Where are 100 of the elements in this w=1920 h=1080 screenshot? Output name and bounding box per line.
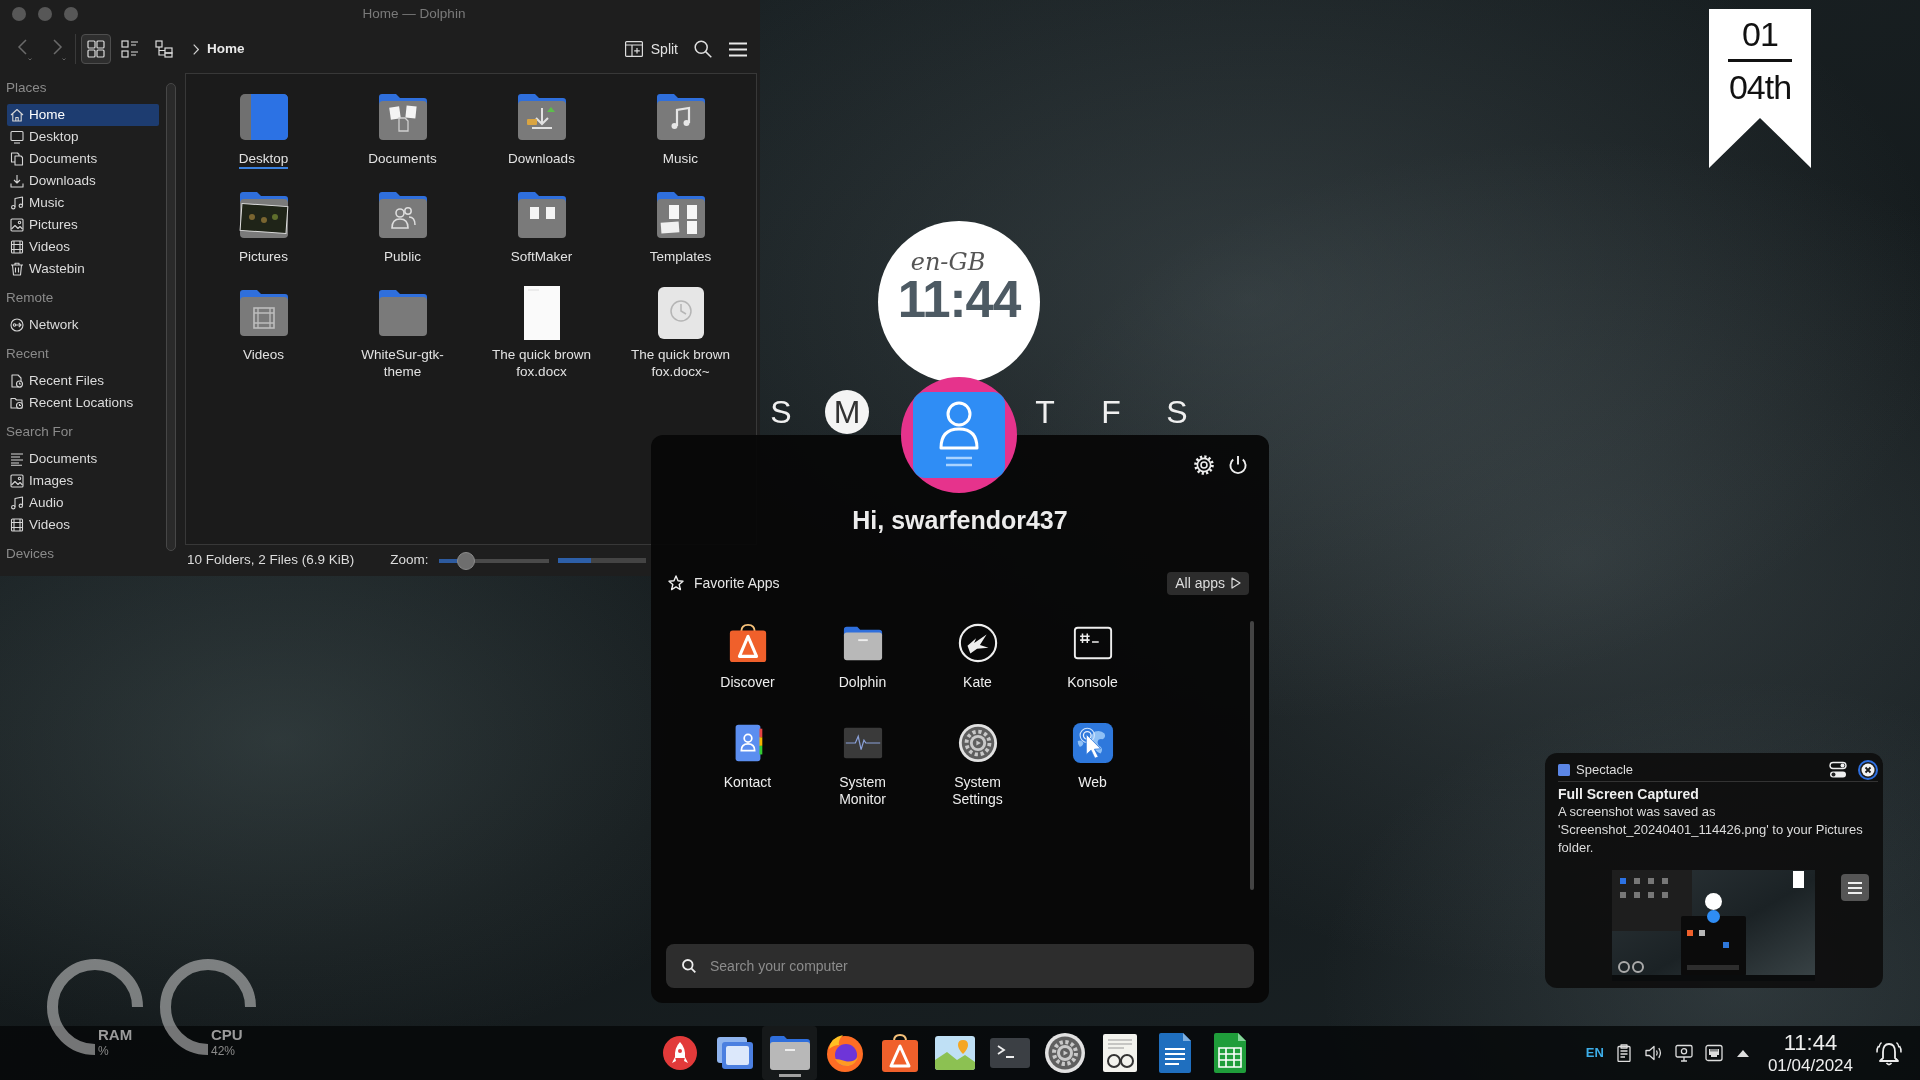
app-tile[interactable]: Dolphin xyxy=(805,622,920,691)
taskbar-button[interactable] xyxy=(762,1026,817,1080)
icons-view-button[interactable] xyxy=(81,34,111,64)
folder-item[interactable]: Downloads xyxy=(472,89,611,169)
scrollbar[interactable] xyxy=(166,83,176,551)
sidebar-item[interactable]: Documents xyxy=(7,148,159,170)
app-tile[interactable]: Kate xyxy=(920,622,1035,691)
split-button[interactable]: Split xyxy=(620,38,682,60)
sidebar-item[interactable]: Pictures xyxy=(7,214,159,236)
scrollbar[interactable] xyxy=(1250,621,1254,890)
bird-circle-icon xyxy=(956,622,999,664)
sidebar-item[interactable]: Desktop xyxy=(7,126,159,148)
sidebar-item[interactable]: Home xyxy=(7,104,159,126)
gauge-reading: 42% xyxy=(211,1045,236,1057)
folder-item[interactable]: Public xyxy=(333,187,472,267)
home-icon xyxy=(10,108,24,122)
folder-item[interactable]: Videos xyxy=(194,285,333,382)
globe-cursor-icon xyxy=(1071,722,1114,764)
search-icon xyxy=(682,959,696,973)
sidebar-item[interactable]: Audio xyxy=(7,492,159,514)
folder-item[interactable]: Documents xyxy=(333,89,472,169)
sidebar-item[interactable]: Recent Files xyxy=(7,370,159,392)
expand-arrow-icon[interactable] xyxy=(1736,1049,1749,1057)
app-tile[interactable]: System Settings xyxy=(920,722,1035,808)
file-item[interactable]: The quick brown fox.docx xyxy=(472,285,611,382)
star-icon xyxy=(668,575,684,591)
film-icon xyxy=(10,518,24,532)
trash-icon xyxy=(10,262,24,276)
clipboard-icon[interactable] xyxy=(1614,1044,1633,1062)
menu-icon xyxy=(1848,881,1862,894)
app-tile[interactable]: System Monitor xyxy=(805,722,920,808)
breadcrumb-item[interactable]: Home xyxy=(207,38,245,60)
search-icon[interactable] xyxy=(694,40,712,58)
app-tile[interactable]: Discover xyxy=(690,622,805,691)
recent-file-icon xyxy=(10,374,24,388)
slider-thumb[interactable] xyxy=(457,551,476,570)
picture-icon xyxy=(10,218,24,232)
shopping-bag-icon xyxy=(881,1034,918,1072)
weekday-label: T xyxy=(1034,393,1056,432)
volume-icon[interactable] xyxy=(1644,1044,1663,1062)
folder-item[interactable]: Desktop xyxy=(194,89,333,169)
power-icon[interactable] xyxy=(1228,455,1248,475)
close-icon[interactable] xyxy=(1858,759,1878,780)
sidebar-item[interactable]: Videos xyxy=(7,514,159,536)
documents-icon xyxy=(10,152,24,166)
sidebar-section-title: Places xyxy=(5,79,48,97)
sidebar-item[interactable]: Documents xyxy=(7,448,159,470)
settings-gear-icon xyxy=(1044,1033,1085,1073)
app-tile[interactable]: Kontact xyxy=(690,722,805,808)
ethernet-port-icon[interactable] xyxy=(1704,1044,1723,1062)
keyboard-layout-indicator[interactable]: EN xyxy=(1585,1043,1604,1063)
tree-view-icon xyxy=(155,40,173,58)
sidebar-item[interactable]: Music xyxy=(7,192,159,214)
sidebar-item[interactable]: Wastebin xyxy=(7,258,159,280)
recent-folder-icon xyxy=(10,396,24,410)
sidebar-item[interactable]: Network xyxy=(7,314,159,336)
weekday-label: M xyxy=(825,390,869,434)
ribbon-day-text: 01 xyxy=(1742,17,1778,51)
music-note-icon xyxy=(10,196,24,210)
picture-pin-icon xyxy=(934,1036,975,1070)
sidebar-section-title: Recent xyxy=(5,345,50,363)
display-icon[interactable] xyxy=(1674,1044,1693,1062)
menu-icon[interactable] xyxy=(729,41,747,57)
status-text: 10 Folders, 2 Files (6.9 KiB) xyxy=(187,551,355,570)
sidebar-item[interactable]: Images xyxy=(7,470,159,492)
folder-item[interactable]: Music xyxy=(611,89,750,169)
app-tile[interactable]: Web xyxy=(1035,722,1150,808)
clock-time: 11:44 xyxy=(897,277,1021,323)
rocket-icon xyxy=(662,1036,697,1070)
folder-item[interactable]: Templates xyxy=(611,187,750,267)
weekday-label: F xyxy=(1100,393,1122,432)
clock-date[interactable]: 01/04/2024 xyxy=(1767,1056,1853,1075)
clock-time[interactable]: 11:44 xyxy=(1783,1031,1838,1054)
folder-item[interactable]: WhiteSur-gtk-theme xyxy=(333,285,472,382)
weekday-label: S xyxy=(769,393,793,432)
sidebar-item[interactable]: Videos xyxy=(7,236,159,258)
search-field[interactable]: Search your computer xyxy=(666,944,1254,988)
ribbon-month-text: 04th xyxy=(1728,70,1792,104)
folder-item[interactable]: SoftMaker xyxy=(472,187,611,267)
sidebar-item[interactable]: Recent Locations xyxy=(7,392,159,414)
screenshot-thumbnail-drawing[interactable] xyxy=(1612,870,1815,981)
spreadsheet-icon xyxy=(1213,1033,1246,1073)
app-square-icon xyxy=(1558,763,1570,776)
weekday-label: S xyxy=(1165,393,1189,432)
window-title: Home — Dolphin xyxy=(361,4,467,23)
zoom-label: Zoom: xyxy=(390,551,429,570)
settings-icon[interactable] xyxy=(1194,455,1214,475)
monitor-icon xyxy=(10,130,24,144)
configure-toggle-icon[interactable] xyxy=(1829,760,1847,779)
app-tile[interactable]: Konsole xyxy=(1035,622,1150,691)
user-avatar-icon[interactable] xyxy=(901,377,1017,493)
sidebar-item[interactable]: Downloads xyxy=(7,170,159,192)
file-item[interactable]: The quick brown fox.docx~ xyxy=(611,285,750,382)
folder-icon xyxy=(769,1036,810,1070)
all-apps-button[interactable]: All apps xyxy=(1167,571,1249,595)
greeting-text: Hi, swarfendor437 xyxy=(851,506,1069,534)
chevron-right-icon xyxy=(193,43,199,55)
folder-item[interactable]: Pictures xyxy=(194,187,333,267)
menu-button[interactable] xyxy=(1841,874,1869,901)
bell-icon[interactable] xyxy=(1875,1039,1903,1067)
